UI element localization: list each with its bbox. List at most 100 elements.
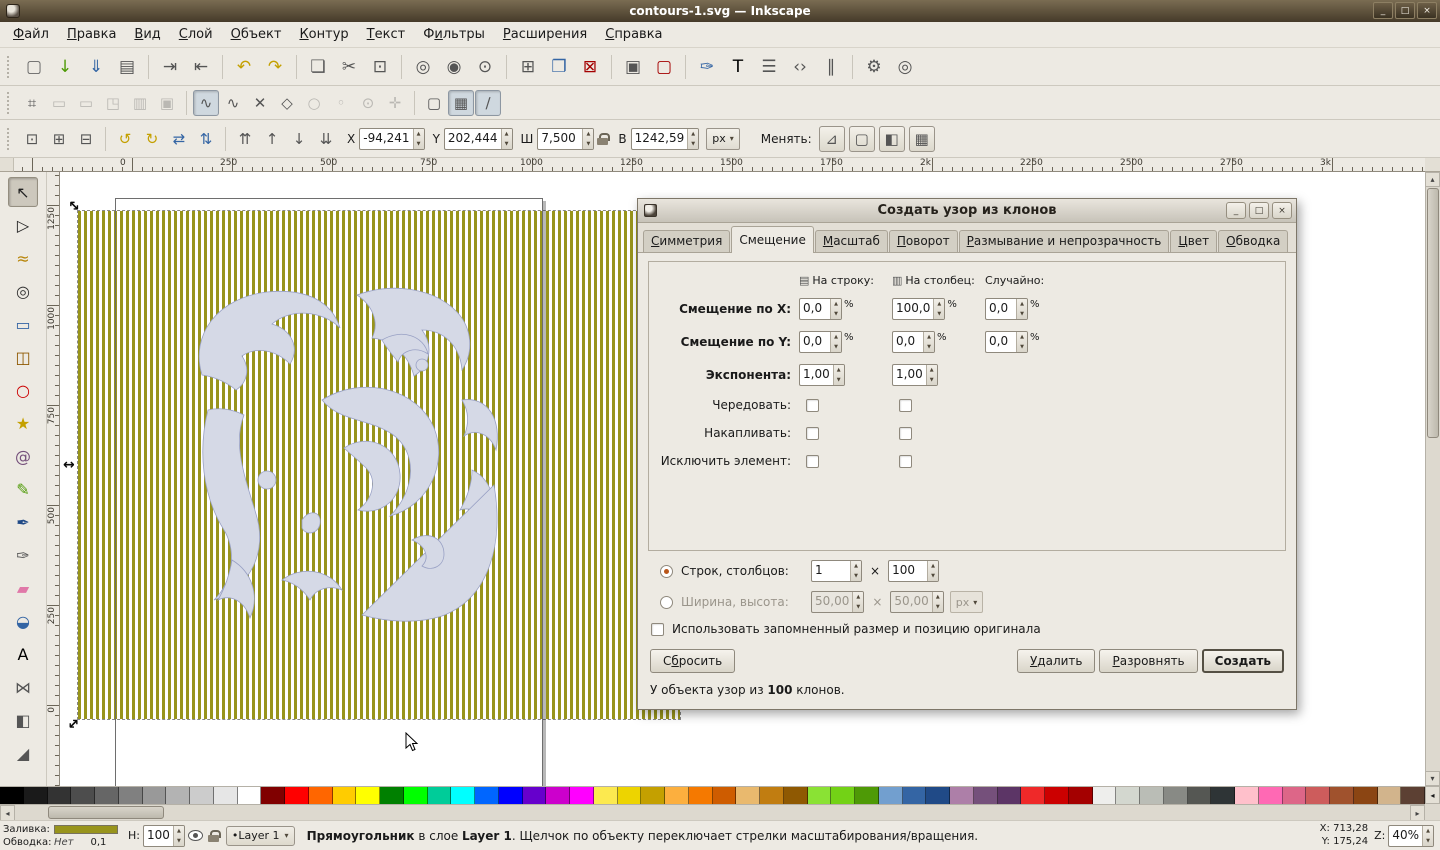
palette-swatch[interactable] (1211, 787, 1235, 804)
tab-blur-opacity[interactable]: Размывание и непрозрачность (958, 230, 1170, 252)
width-height-radio[interactable] (660, 595, 673, 609)
connector-tool-icon[interactable]: ⋈ (8, 672, 38, 702)
remove-button[interactable]: Удалить (1016, 649, 1096, 673)
palette-swatch[interactable] (403, 787, 428, 804)
palette-swatch[interactable] (1401, 787, 1425, 804)
dialog-titlebar[interactable]: Создать узор из клонов _ □ × (638, 199, 1296, 223)
snap-to-path-intersections-icon[interactable]: ✕ (247, 90, 273, 116)
spiral-tool-icon[interactable]: @ (8, 441, 38, 471)
palette-swatch[interactable] (142, 787, 167, 804)
pencil-tool-icon[interactable]: ✎ (8, 474, 38, 504)
palette-swatch[interactable] (0, 787, 24, 804)
flip-horizontal-icon[interactable]: ⇄ (166, 126, 192, 152)
snap-guides-icon[interactable]: ∕ (475, 89, 501, 116)
export-icon[interactable]: ⇤ (186, 52, 216, 82)
palette-swatch[interactable] (950, 787, 974, 804)
palette-swatch[interactable] (712, 787, 737, 804)
clone-icon[interactable]: ❐ (544, 52, 574, 82)
snap-page-border-icon[interactable]: ▢ (421, 90, 447, 116)
text-tool-icon[interactable]: A (8, 639, 38, 669)
palette-swatch[interactable] (831, 787, 855, 804)
layer-selector[interactable]: •Layer 1 ▾ (225, 825, 295, 846)
close-button[interactable]: × (1417, 2, 1437, 19)
palette-swatch[interactable] (1258, 787, 1283, 804)
stroke-value[interactable]: Нет (54, 837, 74, 848)
palette-swatch[interactable] (95, 787, 119, 804)
palette-swatch[interactable] (190, 787, 214, 804)
palette-swatch[interactable] (997, 787, 1022, 804)
paint-bucket-tool-icon[interactable]: ◒ (8, 606, 38, 636)
menu-edit[interactable]: Правка (58, 23, 125, 46)
lower-icon[interactable]: ↓ (286, 126, 312, 152)
ungroup-icon[interactable]: ▢ (649, 52, 679, 82)
palette-swatch[interactable] (498, 787, 523, 804)
opacity-spin[interactable]: 100 ▲ ▼ (142, 824, 185, 847)
alternate-per-row-checkbox[interactable] (806, 398, 819, 412)
deselect-icon[interactable]: ⊟ (73, 126, 99, 152)
palette-swatch[interactable] (1068, 787, 1093, 804)
calligraphy-tool-icon[interactable]: ✑ (8, 540, 38, 570)
layer-lock-icon[interactable] (207, 829, 221, 842)
palette-swatch[interactable] (1092, 787, 1117, 804)
columns-spin[interactable]: 100 ▲ ▼ (888, 560, 940, 582)
paste-icon[interactable]: ⊡ (365, 52, 395, 82)
flip-vertical-icon[interactable]: ⇅ (193, 126, 219, 152)
selector-tool-icon[interactable]: ↖ (8, 177, 38, 207)
scroll-down-icon[interactable]: ▾ (1425, 771, 1440, 786)
fill-color-swatch[interactable] (54, 824, 118, 834)
exponent-per-column-spin[interactable]: 1,00 ▲ ▼ (892, 363, 938, 386)
palette-swatch[interactable] (593, 787, 618, 804)
palette-swatch[interactable] (1306, 787, 1330, 804)
palette-swatch[interactable] (570, 787, 594, 804)
save-document-icon[interactable]: ⇓ (81, 52, 111, 82)
layers-dialog-icon[interactable]: ☰ (754, 52, 784, 82)
rotate-cw-icon[interactable]: ↻ (139, 126, 165, 152)
window-titlebar[interactable]: contours-1.svg — Inkscape _ □ × (0, 0, 1440, 22)
horizontal-scrollbar[interactable]: ◂ ▸ (0, 804, 1425, 821)
find-icon[interactable]: ◎ (890, 52, 920, 82)
group-icon[interactable]: ▣ (618, 52, 648, 82)
palette-swatch[interactable] (926, 787, 950, 804)
unlink-clone-icon[interactable]: ⊠ (575, 52, 605, 82)
enable-snapping-icon[interactable]: ⌗ (19, 90, 45, 116)
snap-nodes-icon[interactable]: ∿ (193, 89, 219, 116)
gradient-tool-icon[interactable]: ◧ (8, 705, 38, 735)
create-button[interactable]: Создать (1201, 649, 1284, 673)
palette-swatch[interactable] (641, 787, 665, 804)
tweak-tool-icon[interactable]: ≈ (8, 243, 38, 273)
layer-visibility-icon[interactable] (187, 830, 203, 841)
shift-x-random-spin[interactable]: 0,0 ▲ ▼ (985, 297, 1028, 320)
menu-extensions[interactable]: Расширения (494, 23, 596, 46)
palette-swatch[interactable] (1140, 787, 1164, 804)
new-document-icon[interactable]: ▢ (19, 52, 49, 82)
vertical-scrollbar[interactable]: ▴ ▾ (1425, 172, 1440, 786)
palette-swatch[interactable] (475, 787, 499, 804)
menu-object[interactable]: Объект (222, 23, 291, 46)
tab-rotation[interactable]: Поворот (888, 230, 958, 252)
select-all-icon[interactable]: ⊡ (19, 126, 45, 152)
affect-stroke-width-icon[interactable]: ⊿ (818, 125, 845, 152)
cut-icon[interactable]: ✂ (334, 52, 364, 82)
minimize-button[interactable]: _ (1373, 2, 1393, 19)
palette-swatch[interactable] (1330, 787, 1354, 804)
palette-swatch[interactable] (285, 787, 309, 804)
palette-swatch[interactable] (783, 787, 808, 804)
shift-y-per-row-spin[interactable]: 0,0 ▲ ▼ (799, 330, 842, 353)
horizontal-ruler[interactable]: 0 250 500 750 1000 1250 1500 1750 2k 2250 2500 2750… (14, 158, 1425, 172)
eraser-tool-icon[interactable]: ▰ (8, 573, 38, 603)
align-dialog-icon[interactable]: ∥ (816, 52, 846, 82)
tab-symmetry[interactable]: Симметрия (643, 230, 731, 252)
exclude-per-row-checkbox[interactable] (806, 454, 819, 468)
zoom-selection-icon[interactable]: ◎ (408, 52, 438, 82)
zoom-drawing-icon[interactable]: ◉ (439, 52, 469, 82)
dialog-close-button[interactable]: × (1272, 202, 1292, 219)
tab-shift[interactable]: Смещение (731, 226, 814, 253)
dialog-minimize-button[interactable]: _ (1226, 202, 1246, 219)
shift-x-per-column-spin[interactable]: 100,0 ▲ ▼ (892, 297, 946, 320)
menu-filters[interactable]: Фильтры (414, 23, 494, 46)
star-tool-icon[interactable]: ★ (8, 408, 38, 438)
rows-spin[interactable]: 1 ▲ ▼ (811, 560, 862, 582)
preferences-icon[interactable]: ⚙ (859, 52, 889, 82)
pen-tool-icon[interactable]: ✒ (8, 507, 38, 537)
fill-stroke-indicator[interactable]: Заливка: Обводка: Нет 0,1 (3, 823, 118, 849)
